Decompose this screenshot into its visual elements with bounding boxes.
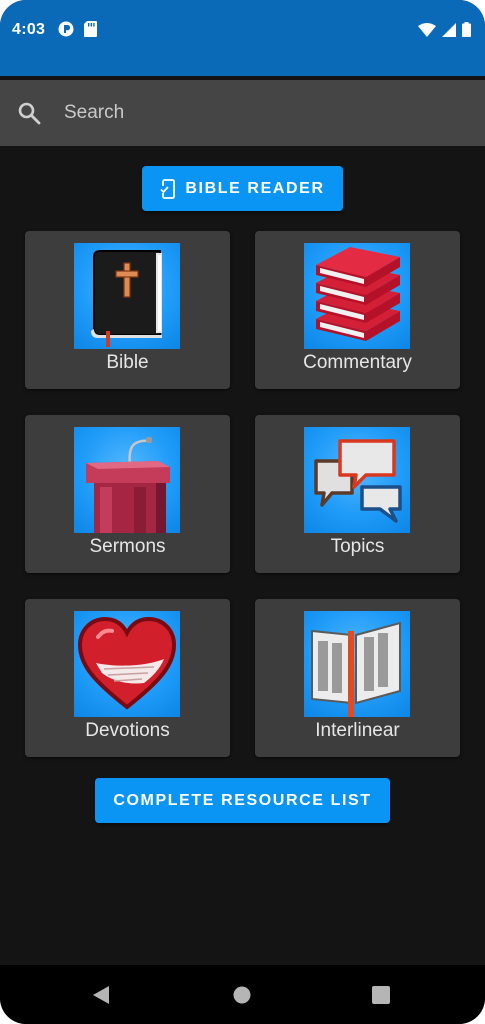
pulpit-icon [74,427,180,533]
tile-label: Interlinear [315,720,400,741]
book-stack-icon [304,243,410,349]
tile-label: Devotions [85,720,170,741]
heart-icon [74,611,180,717]
tile-devotions[interactable]: Devotions [25,599,230,757]
search-icon[interactable] [17,101,41,125]
complete-resource-list-button[interactable]: COMPLETE RESOURCE LIST [95,778,390,823]
bible-book-icon [74,243,180,349]
status-bar: 4:03 [0,0,485,76]
bible-reader-button[interactable]: BIBLE READER [142,166,343,211]
system-nav-bar [0,965,485,1024]
home-icon[interactable] [233,986,251,1004]
back-icon[interactable] [91,985,111,1005]
search-input[interactable] [64,98,464,128]
tile-interlinear[interactable]: Interlinear [255,599,460,757]
tile-label: Commentary [303,352,412,373]
tile-bible[interactable]: Bible [25,231,230,389]
complete-resource-list-label: COMPLETE RESOURCE LIST [113,791,372,809]
tile-sermons[interactable]: Sermons [25,415,230,573]
sd-card-icon [84,21,97,37]
bible-reader-label: BIBLE READER [185,179,325,197]
recents-icon[interactable] [372,986,390,1004]
wifi-icon [418,22,436,37]
tile-label: Topics [330,536,385,557]
status-time: 4:03 [12,21,46,38]
tile-commentary[interactable]: Commentary [255,231,460,389]
battery-icon [462,22,471,37]
tile-label: Sermons [89,536,166,557]
open-book-icon [304,611,410,717]
app-screen: 4:03 Search BIBLE READER Bible Commentar… [0,0,485,1024]
cell-signal-icon [442,22,456,37]
search-bar [0,80,485,146]
phone-check-icon [160,178,176,199]
speech-bubbles-icon [304,427,410,533]
tile-label: Bible [106,352,149,373]
tile-topics[interactable]: Topics [255,415,460,573]
notification-app-icon [58,21,74,37]
